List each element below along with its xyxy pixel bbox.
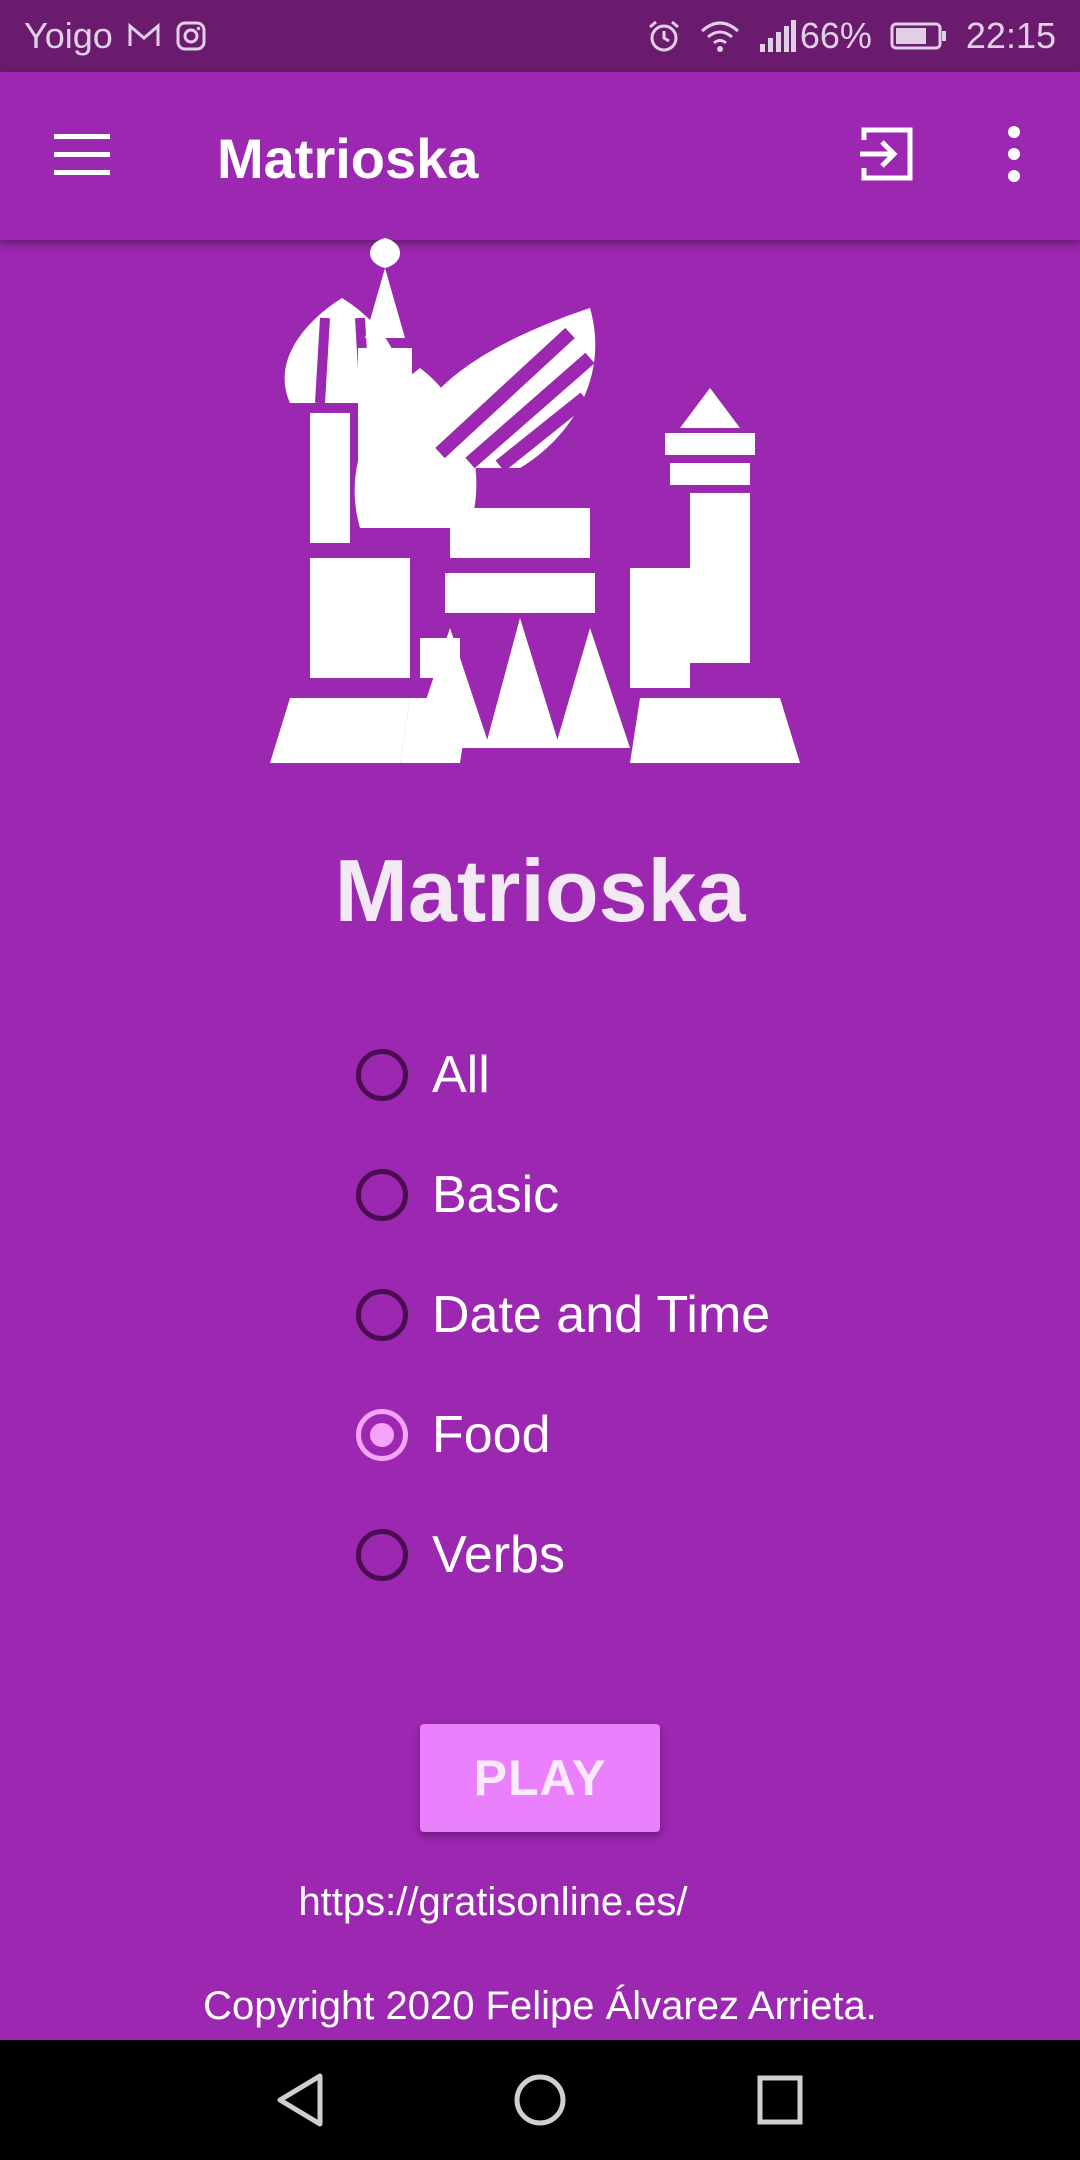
- status-bar: Yoigo 66% 22:15: [0, 0, 1080, 72]
- login-button[interactable]: [856, 124, 916, 184]
- more-options-button[interactable]: [996, 124, 1032, 184]
- radio-button[interactable]: [356, 1529, 408, 1581]
- radio-button[interactable]: [356, 1049, 408, 1101]
- radio-label: Date and Time: [432, 1286, 771, 1344]
- radio-label: Food: [432, 1406, 551, 1464]
- mail-icon: [128, 22, 160, 46]
- more-vert-icon: [1008, 126, 1020, 182]
- radio-button-checked[interactable]: [356, 1409, 408, 1461]
- radio-label: Verbs: [432, 1526, 565, 1584]
- main-title: Matrioska: [334, 841, 746, 940]
- app-bar: Matrioska: [0, 72, 1080, 240]
- cathedral-logo: [270, 238, 800, 763]
- login-icon: [860, 127, 913, 181]
- status-right: 66% 22:15: [646, 15, 1056, 57]
- radio-option-all[interactable]: All: [356, 1015, 770, 1135]
- battery-icon: [890, 22, 946, 50]
- status-left: Yoigo: [24, 15, 207, 57]
- radio-option-date-and-time[interactable]: Date and Time: [356, 1255, 770, 1375]
- app-bar-title: Matrioska: [217, 127, 479, 190]
- instagram-icon: [176, 21, 206, 51]
- radio-label: All: [432, 1046, 490, 1104]
- wifi-icon: [700, 21, 739, 52]
- back-icon[interactable]: [276, 2072, 324, 2128]
- radio-button[interactable]: [356, 1289, 408, 1341]
- home-icon[interactable]: [512, 2072, 568, 2128]
- signal-icon: [759, 20, 796, 52]
- radio-label: Basic: [432, 1166, 560, 1224]
- clock: 22:15: [965, 15, 1056, 56]
- radio-option-basic[interactable]: Basic: [356, 1135, 770, 1255]
- radio-option-verbs[interactable]: Verbs: [356, 1495, 770, 1615]
- signal-group: 66%: [758, 15, 872, 57]
- system-nav-bar: [0, 2040, 1080, 2160]
- category-radio-group: All Basic Date and Time Food Verbs: [356, 1015, 770, 1615]
- radio-button[interactable]: [356, 1169, 408, 1221]
- website-link[interactable]: https://gratisonline.es/: [0, 1880, 986, 1925]
- carrier-label: Yoigo: [24, 15, 113, 56]
- menu-icon: [54, 134, 110, 175]
- recents-icon[interactable]: [756, 2072, 804, 2128]
- alarm-icon: [648, 20, 679, 52]
- radio-option-food[interactable]: Food: [356, 1375, 770, 1495]
- menu-button[interactable]: [52, 130, 112, 180]
- play-button[interactable]: PLAY: [420, 1724, 660, 1832]
- copyright-text: Copyright 2020 Felipe Álvarez Arrieta.: [203, 1984, 877, 2028]
- battery-percent: 66%: [799, 15, 872, 56]
